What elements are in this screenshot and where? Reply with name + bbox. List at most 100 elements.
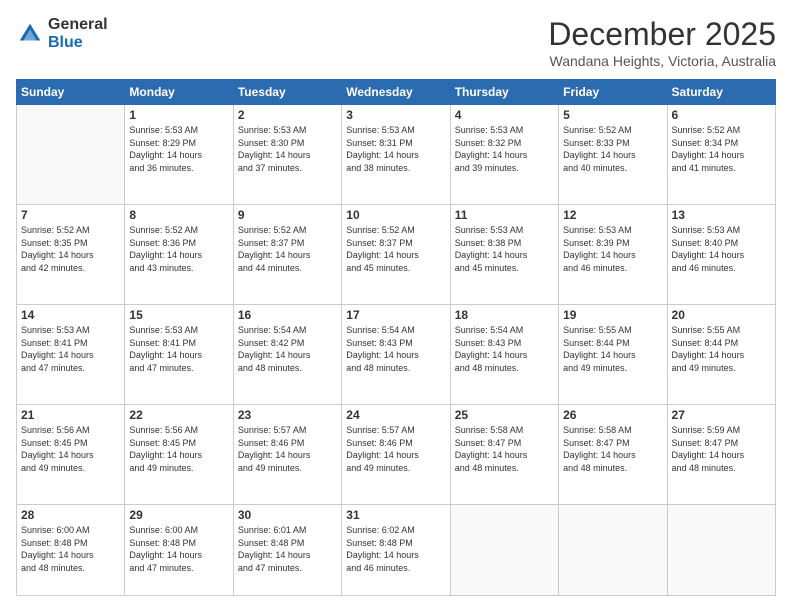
day-number: 30 (238, 508, 337, 522)
day-info: Sunrise: 5:52 AM Sunset: 8:33 PM Dayligh… (563, 124, 662, 174)
day-info: Sunrise: 5:59 AM Sunset: 8:47 PM Dayligh… (672, 424, 771, 474)
calendar-cell: 12 Sunrise: 5:53 AM Sunset: 8:39 PM Dayli… (559, 205, 667, 305)
calendar-cell: 22 Sunrise: 5:56 AM Sunset: 8:45 PM Dayli… (125, 405, 233, 505)
weekday-header-friday: Friday (559, 80, 667, 105)
day-info: Sunrise: 5:53 AM Sunset: 8:41 PM Dayligh… (129, 324, 228, 374)
calendar-cell (17, 105, 125, 205)
day-number: 24 (346, 408, 445, 422)
day-info: Sunrise: 6:01 AM Sunset: 8:48 PM Dayligh… (238, 524, 337, 574)
day-info: Sunrise: 6:00 AM Sunset: 8:48 PM Dayligh… (21, 524, 120, 574)
day-info: Sunrise: 5:55 AM Sunset: 8:44 PM Dayligh… (563, 324, 662, 374)
day-info: Sunrise: 5:56 AM Sunset: 8:45 PM Dayligh… (21, 424, 120, 474)
day-info: Sunrise: 5:53 AM Sunset: 8:40 PM Dayligh… (672, 224, 771, 274)
calendar-cell: 9Sunrise: 5:52 AM Sunset: 8:37 PM Daylig… (233, 205, 341, 305)
calendar-cell: 4 Sunrise: 5:53 AM Sunset: 8:32 PM Daylig… (450, 105, 558, 205)
calendar-cell: 26 Sunrise: 5:58 AM Sunset: 8:47 PM Dayli… (559, 405, 667, 505)
calendar-cell: 11Sunrise: 5:53 AM Sunset: 8:38 PM Dayli… (450, 205, 558, 305)
day-number: 20 (672, 308, 771, 322)
day-number: 29 (129, 508, 228, 522)
calendar-cell: 8 Sunrise: 5:52 AM Sunset: 8:36 PM Daylig… (125, 205, 233, 305)
day-number: 9 (238, 208, 337, 222)
day-number: 14 (21, 308, 120, 322)
calendar-cell: 1Sunrise: 5:53 AM Sunset: 8:29 PM Daylig… (125, 105, 233, 205)
day-number: 5 (563, 108, 662, 122)
calendar-cell: 3 Sunrise: 5:53 AM Sunset: 8:31 PM Daylig… (342, 105, 450, 205)
calendar-cell: 21 Sunrise: 5:56 AM Sunset: 8:45 PM Dayli… (17, 405, 125, 505)
calendar-week-row: 21 Sunrise: 5:56 AM Sunset: 8:45 PM Dayli… (17, 405, 776, 505)
weekday-header-row: SundayMondayTuesdayWednesdayThursdayFrid… (17, 80, 776, 105)
header: General Blue December 2025 Wandana Heigh… (16, 16, 776, 69)
weekday-header-tuesday: Tuesday (233, 80, 341, 105)
day-number: 8 (129, 208, 228, 222)
day-info: Sunrise: 5:52 AM Sunset: 8:34 PM Dayligh… (672, 124, 771, 174)
logo-general-text: General (48, 16, 108, 33)
day-number: 10 (346, 208, 445, 222)
day-info: Sunrise: 5:58 AM Sunset: 8:47 PM Dayligh… (455, 424, 554, 474)
day-number: 18 (455, 308, 554, 322)
day-number: 2 (238, 108, 337, 122)
location-subtitle: Wandana Heights, Victoria, Australia (548, 53, 776, 69)
day-number: 28 (21, 508, 120, 522)
calendar-table: SundayMondayTuesdayWednesdayThursdayFrid… (16, 79, 776, 596)
calendar-cell: 17Sunrise: 5:54 AM Sunset: 8:43 PM Dayli… (342, 305, 450, 405)
day-info: Sunrise: 5:53 AM Sunset: 8:31 PM Dayligh… (346, 124, 445, 174)
calendar-cell: 29 Sunrise: 6:00 AM Sunset: 8:48 PM Dayli… (125, 505, 233, 596)
day-info: Sunrise: 5:53 AM Sunset: 8:39 PM Dayligh… (563, 224, 662, 274)
calendar-cell: 7Sunrise: 5:52 AM Sunset: 8:35 PM Daylig… (17, 205, 125, 305)
day-number: 25 (455, 408, 554, 422)
day-info: Sunrise: 6:00 AM Sunset: 8:48 PM Dayligh… (129, 524, 228, 574)
logo: General Blue (16, 16, 108, 51)
day-number: 22 (129, 408, 228, 422)
day-info: Sunrise: 5:58 AM Sunset: 8:47 PM Dayligh… (563, 424, 662, 474)
calendar-week-row: 14 Sunrise: 5:53 AM Sunset: 8:41 PM Dayli… (17, 305, 776, 405)
day-number: 21 (21, 408, 120, 422)
calendar-cell: 5 Sunrise: 5:52 AM Sunset: 8:33 PM Daylig… (559, 105, 667, 205)
day-info: Sunrise: 6:02 AM Sunset: 8:48 PM Dayligh… (346, 524, 445, 574)
day-info: Sunrise: 5:57 AM Sunset: 8:46 PM Dayligh… (238, 424, 337, 474)
day-number: 6 (672, 108, 771, 122)
weekday-header-monday: Monday (125, 80, 233, 105)
calendar-cell: 25 Sunrise: 5:58 AM Sunset: 8:47 PM Dayli… (450, 405, 558, 505)
day-info: Sunrise: 5:53 AM Sunset: 8:41 PM Dayligh… (21, 324, 120, 374)
calendar-cell: 15Sunrise: 5:53 AM Sunset: 8:41 PM Dayli… (125, 305, 233, 405)
month-title: December 2025 (548, 16, 776, 53)
calendar-cell: 28 Sunrise: 6:00 AM Sunset: 8:48 PM Dayli… (17, 505, 125, 596)
calendar-cell: 27Sunrise: 5:59 AM Sunset: 8:47 PM Dayli… (667, 405, 775, 505)
day-number: 4 (455, 108, 554, 122)
day-info: Sunrise: 5:52 AM Sunset: 8:37 PM Dayligh… (346, 224, 445, 274)
calendar-week-row: 1Sunrise: 5:53 AM Sunset: 8:29 PM Daylig… (17, 105, 776, 205)
day-info: Sunrise: 5:54 AM Sunset: 8:43 PM Dayligh… (455, 324, 554, 374)
day-number: 17 (346, 308, 445, 322)
day-info: Sunrise: 5:57 AM Sunset: 8:46 PM Dayligh… (346, 424, 445, 474)
calendar-cell: 16Sunrise: 5:54 AM Sunset: 8:42 PM Dayli… (233, 305, 341, 405)
page: General Blue December 2025 Wandana Heigh… (0, 0, 792, 612)
title-block: December 2025 Wandana Heights, Victoria,… (548, 16, 776, 69)
weekday-header-wednesday: Wednesday (342, 80, 450, 105)
calendar-week-row: 28 Sunrise: 6:00 AM Sunset: 8:48 PM Dayli… (17, 505, 776, 596)
weekday-header-saturday: Saturday (667, 80, 775, 105)
calendar-cell: 13 Sunrise: 5:53 AM Sunset: 8:40 PM Dayli… (667, 205, 775, 305)
weekday-header-sunday: Sunday (17, 80, 125, 105)
calendar-cell: 23 Sunrise: 5:57 AM Sunset: 8:46 PM Dayli… (233, 405, 341, 505)
calendar-cell (667, 505, 775, 596)
day-number: 23 (238, 408, 337, 422)
day-number: 19 (563, 308, 662, 322)
calendar-cell: 2 Sunrise: 5:53 AM Sunset: 8:30 PM Daylig… (233, 105, 341, 205)
day-number: 13 (672, 208, 771, 222)
calendar-cell: 30 Sunrise: 6:01 AM Sunset: 8:48 PM Dayli… (233, 505, 341, 596)
day-info: Sunrise: 5:52 AM Sunset: 8:36 PM Dayligh… (129, 224, 228, 274)
day-info: Sunrise: 5:53 AM Sunset: 8:32 PM Dayligh… (455, 124, 554, 174)
day-number: 26 (563, 408, 662, 422)
calendar-cell: 20Sunrise: 5:55 AM Sunset: 8:44 PM Dayli… (667, 305, 775, 405)
day-number: 12 (563, 208, 662, 222)
day-number: 11 (455, 208, 554, 222)
day-number: 1 (129, 108, 228, 122)
calendar-cell: 6 Sunrise: 5:52 AM Sunset: 8:34 PM Daylig… (667, 105, 775, 205)
calendar-week-row: 7Sunrise: 5:52 AM Sunset: 8:35 PM Daylig… (17, 205, 776, 305)
day-number: 3 (346, 108, 445, 122)
day-info: Sunrise: 5:56 AM Sunset: 8:45 PM Dayligh… (129, 424, 228, 474)
logo-icon (16, 20, 44, 48)
calendar-cell (450, 505, 558, 596)
day-info: Sunrise: 5:53 AM Sunset: 8:30 PM Dayligh… (238, 124, 337, 174)
logo-blue-text: Blue (48, 34, 83, 51)
